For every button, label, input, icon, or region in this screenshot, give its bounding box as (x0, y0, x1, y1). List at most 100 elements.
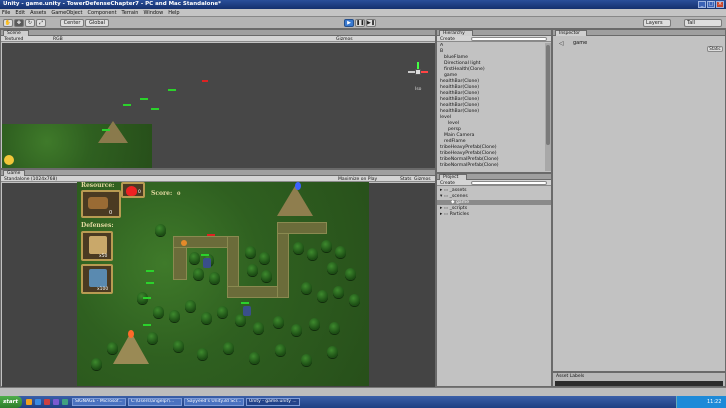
taskbar-item-browser[interactable]: Sayyeed's Unity3d Scr... (184, 398, 244, 406)
resource-value: 0 (109, 210, 113, 216)
stats-toggle[interactable]: Stats (400, 177, 412, 182)
enemy-health-bar (143, 297, 151, 299)
hierarchy-item[interactable]: persp (448, 127, 461, 132)
hierarchy-item[interactable]: Main Camera (444, 133, 474, 138)
menu-window[interactable]: Window (143, 10, 163, 16)
quicklaunch-app-icon[interactable] (62, 399, 68, 405)
scene-panel: Scene Textured RGB Gizmos Iso (0, 29, 436, 169)
hierarchy-item[interactable]: level (440, 115, 451, 120)
project-search-input[interactable] (471, 180, 547, 185)
menu-terrain[interactable]: Terrain (122, 10, 139, 16)
scene-render-mode-dropdown[interactable]: RGB (53, 37, 63, 42)
project-folder-assets[interactable]: ▸ ▭ _assets (440, 188, 467, 193)
scale-tool-icon[interactable]: ⤢ (36, 19, 46, 27)
hierarchy-item[interactable]: B (440, 49, 443, 54)
hierarchy-create-dropdown[interactable]: Create (440, 37, 455, 42)
enemy-health-bar (241, 302, 249, 304)
pivot-center-button[interactable]: Center (60, 19, 84, 27)
hierarchy-item[interactable]: level (448, 121, 459, 126)
maximize-button[interactable]: □ (707, 1, 715, 8)
scene-draw-mode-dropdown[interactable]: Textured (4, 37, 23, 42)
scene-health-bar (151, 108, 159, 110)
hierarchy-item[interactable]: firstHealth(Clone) (444, 67, 485, 72)
hierarchy-item[interactable]: healthBar(Clone) (440, 109, 479, 114)
hierarchy-item[interactable]: healthBar(Clone) (440, 97, 479, 102)
project-folder-scripts[interactable]: ▸ ▭ _scripts (440, 206, 467, 211)
hierarchy-item[interactable]: blueFlame (444, 55, 468, 60)
resource-box: 0 (81, 190, 121, 218)
hierarchy-scrollbar[interactable] (545, 43, 551, 171)
asset-labels-field[interactable] (555, 381, 723, 386)
game-resolution-dropdown[interactable]: Standalone (1024x768) (4, 177, 57, 182)
taskbar-item-unity[interactable]: Unity - game.unity ... (246, 398, 300, 406)
hand-tool-icon[interactable]: ✋ (3, 19, 13, 27)
tree (91, 358, 102, 370)
lives-value: 0 (138, 190, 141, 195)
hierarchy-item[interactable]: tribeHeavyPrefab(Clone) (440, 151, 497, 156)
minimize-button[interactable]: _ (698, 1, 706, 8)
layers-dropdown[interactable]: Layers (643, 19, 671, 27)
layout-dropdown[interactable]: Tall (684, 19, 722, 27)
scene-viewport[interactable]: Iso (2, 43, 435, 168)
play-button-icon[interactable]: ▶ (344, 19, 354, 27)
menu-help[interactable]: Help (168, 10, 179, 16)
hierarchy-search-input[interactable] (471, 36, 547, 41)
projectile (181, 240, 187, 246)
step-button-icon[interactable]: ▶❚ (366, 19, 376, 27)
close-button[interactable]: × (716, 1, 724, 8)
move-tool-icon[interactable]: ✥ (14, 19, 24, 27)
project-item-game-scene[interactable]: ◆ game (437, 200, 551, 205)
folder-icon: ▭ (443, 206, 449, 211)
tree (307, 248, 318, 260)
wood-logs-icon (88, 197, 108, 209)
hierarchy-item[interactable]: healthBar(Clone) (440, 79, 479, 84)
menu-file[interactable]: File (2, 10, 10, 16)
hierarchy-item[interactable]: Directional light (444, 61, 481, 66)
game-viewport[interactable]: Resource: 0 0 Score: 0 Defenses: x50 x10… (77, 182, 369, 386)
menu-gameobject[interactable]: GameObject (51, 10, 82, 16)
scene-gizmos-dropdown[interactable]: Gizmos (336, 37, 353, 42)
project-create-dropdown[interactable]: Create (440, 181, 455, 186)
taskbar-item-explorer[interactable]: C:\Users\angelpr\... (128, 398, 182, 406)
tree (335, 246, 346, 258)
quicklaunch-ie-icon[interactable] (26, 399, 32, 405)
defense-1-button[interactable]: x50 (81, 231, 113, 261)
menu-component[interactable]: Component (88, 10, 117, 16)
clock[interactable]: 11:22 (707, 399, 721, 405)
defense-2-button[interactable]: x100 (81, 264, 113, 294)
hierarchy-item[interactable]: game (444, 73, 457, 78)
enemy-health-bar (143, 324, 151, 326)
tab-inspector[interactable]: Inspector (555, 30, 587, 36)
hierarchy-item[interactable]: tribeHeavyPrefab(Clone) (440, 145, 497, 150)
menu-assets[interactable]: Assets (30, 10, 46, 16)
tree (259, 252, 270, 264)
hierarchy-item[interactable]: A (440, 43, 443, 48)
quicklaunch-app-icon[interactable] (53, 399, 59, 405)
hierarchy-item[interactable]: redFlame (444, 139, 466, 144)
menu-edit[interactable]: Edit (15, 10, 25, 16)
quicklaunch-desktop-icon[interactable] (35, 399, 41, 405)
global-local-button[interactable]: Global (85, 19, 109, 27)
scene-orientation-gizmo-icon[interactable] (408, 62, 428, 82)
game-gizmos-toggle[interactable]: Gizmos (414, 177, 431, 182)
hierarchy-item[interactable]: healthBar(Clone) (440, 85, 479, 90)
tree (349, 294, 360, 306)
rotate-tool-icon[interactable]: ↻ (25, 19, 35, 27)
quicklaunch-app-icon[interactable] (44, 399, 50, 405)
hierarchy-item[interactable]: tribeNormalPrefab(Clone) (440, 163, 499, 168)
enemy-unit (243, 306, 251, 316)
totem-tower-icon (89, 269, 107, 287)
hierarchy-item[interactable]: healthBar(Clone) (440, 91, 479, 96)
project-folder-particles[interactable]: ▸ ▭ Particles (440, 212, 469, 217)
inspector-open-button[interactable]: Static (707, 46, 723, 52)
project-folder-scenes[interactable]: ▾ ▭ _scenes (440, 194, 468, 199)
start-button[interactable]: start (0, 396, 22, 408)
pause-button-icon[interactable]: ❚❚ (355, 19, 365, 27)
taskbar-item-word[interactable]: SIGNAGE - Microsof... (72, 398, 126, 406)
hierarchy-scroll-thumb[interactable] (546, 45, 550, 145)
hierarchy-item[interactable]: healthBar(Clone) (440, 103, 479, 108)
tree (189, 252, 200, 264)
asset-labels-panel: Asset Labels (552, 372, 726, 387)
hierarchy-item[interactable]: tribeNormalPrefab(Clone) (440, 157, 499, 162)
maximize-on-play-toggle[interactable]: Maximize on Play (338, 177, 377, 182)
